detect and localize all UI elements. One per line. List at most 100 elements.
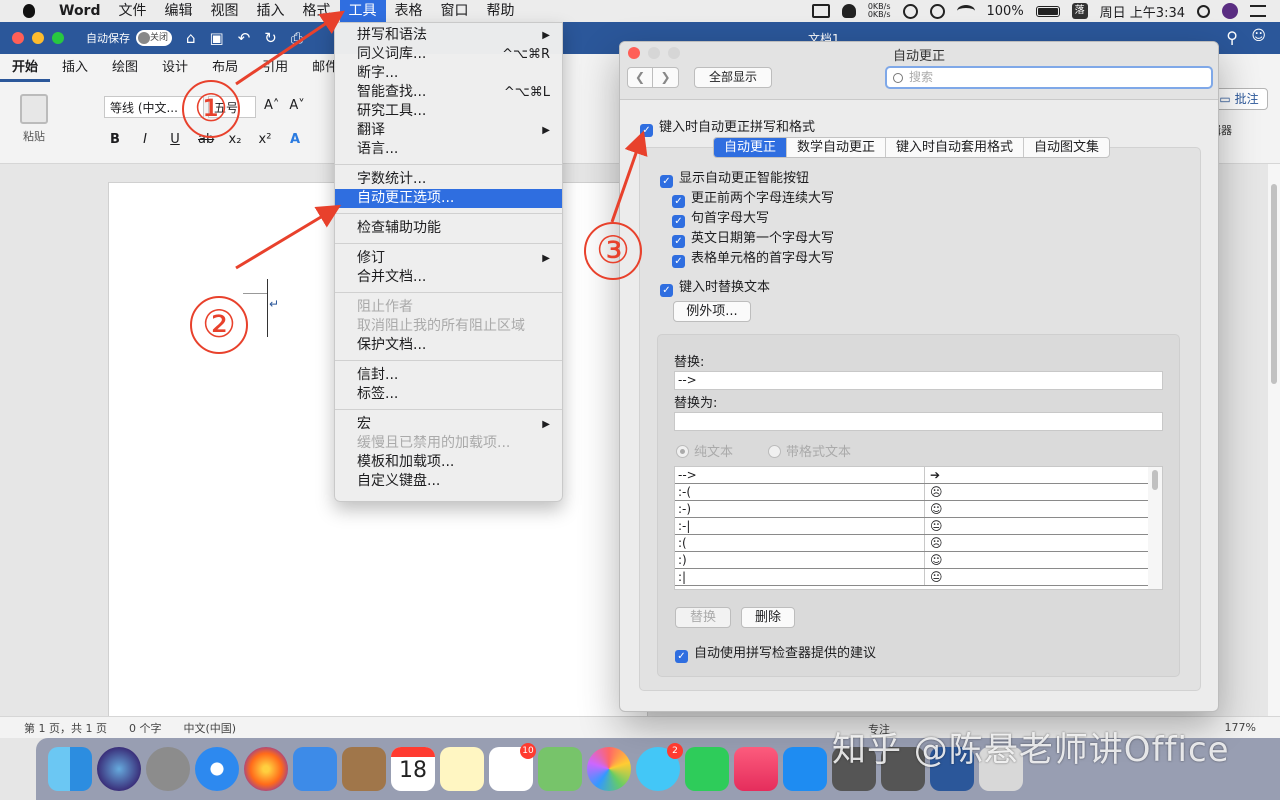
time-machine-icon[interactable] (929, 3, 945, 19)
tools-menu-item[interactable]: 自动更正选项... (335, 189, 562, 208)
app-store-icon[interactable] (783, 747, 827, 791)
tools-menu-item[interactable]: 智能查找... ^⌥⌘L (335, 83, 562, 102)
table-row[interactable]: :(☹ (675, 535, 1162, 552)
airplay-icon[interactable] (811, 4, 830, 18)
tab-references[interactable]: 引用 (250, 54, 300, 82)
autocorrect-spelling-checkbox[interactable]: 键入时自动更正拼写和格式 (640, 116, 815, 137)
tools-menu-item[interactable]: 标签... (335, 385, 562, 404)
italic-icon[interactable]: I (138, 132, 152, 147)
redo-icon[interactable]: ↻ (264, 29, 277, 47)
plain-text-radio[interactable]: 纯文本 (676, 441, 733, 460)
calendar-icon[interactable]: 18 (391, 747, 435, 791)
language[interactable]: 中文(中国) (183, 720, 236, 736)
safari-icon[interactable] (195, 747, 239, 791)
tab-autoformat-as-you-type[interactable]: 键入时自动套用格式 (885, 138, 1023, 157)
cat-icon[interactable] (841, 4, 856, 18)
tab-insert[interactable]: 插入 (50, 54, 100, 82)
shrink-font-icon[interactable]: A˅ (289, 98, 304, 113)
menu-window[interactable]: 窗口 (432, 0, 478, 22)
tab-layout[interactable]: 布局 (200, 54, 250, 82)
photos-icon[interactable] (587, 747, 631, 791)
firefox-icon[interactable] (244, 747, 288, 791)
home-icon[interactable]: ⌂ (186, 29, 196, 47)
replace-while-typing-checkbox[interactable]: 键入时替换文本 (660, 276, 770, 297)
battery-icon[interactable] (1035, 5, 1060, 17)
table-row[interactable]: :) ☺ (675, 552, 1162, 569)
replace-input[interactable]: --> (674, 371, 1163, 390)
siri-app-icon[interactable] (97, 747, 141, 791)
tools-menu-item[interactable]: 修订 ▶ (335, 249, 562, 268)
subscript-icon[interactable]: x₂ (228, 132, 242, 147)
tools-menu-item[interactable]: 研究工具... (335, 102, 562, 121)
correct-two-initial-caps-checkbox[interactable]: 更正前两个字母连续大写 (672, 187, 834, 208)
messages-icon[interactable]: 2 (636, 743, 683, 791)
menubar-clock[interactable]: 周日 上午3:34 (1100, 2, 1185, 21)
forward-icon[interactable]: ❯ (653, 67, 679, 88)
close-window-button[interactable] (12, 32, 24, 44)
capitalize-dates-checkbox[interactable]: 英文日期第一个字母大写 (672, 227, 834, 248)
tools-menu-item[interactable]: 模板和加载项... (335, 453, 562, 472)
tools-menu-item[interactable]: 语言... (335, 140, 562, 159)
siri-icon[interactable] (1222, 3, 1238, 19)
table-scrollbar[interactable] (1148, 467, 1162, 589)
table-row[interactable]: :| 😐 (675, 569, 1162, 586)
menu-view[interactable]: 视图 (202, 0, 248, 22)
tab-autocorrect[interactable]: 自动更正 (714, 138, 787, 157)
spellcheck-suggestion-checkbox[interactable]: 自动使用拼写检查器提供的建议 (675, 642, 876, 663)
tools-menu-item[interactable]: 信封... (335, 366, 562, 385)
tools-menu-item[interactable]: 保护文档... (335, 336, 562, 355)
bold-icon[interactable]: B (108, 132, 122, 147)
tab-autotext[interactable]: 自动图文集 (1023, 138, 1109, 157)
reminders-icon[interactable]: 10 (489, 743, 536, 791)
contacts-icon[interactable] (342, 747, 386, 791)
paste-button[interactable]: 粘贴 (14, 94, 54, 144)
exceptions-button[interactable]: 例外项... (673, 301, 751, 322)
tools-menu-item[interactable]: 断字... (335, 64, 562, 83)
tools-menu-item[interactable]: 检查辅助功能 (335, 219, 562, 238)
superscript-icon[interactable]: x² (258, 132, 272, 147)
menu-file[interactable]: 文件 (110, 0, 156, 22)
table-row[interactable]: :-| 😐 (675, 518, 1162, 535)
show-all-button[interactable]: 全部显示 (694, 67, 772, 88)
table-row[interactable]: --> ➔ (675, 467, 1162, 484)
menu-edit[interactable]: 编辑 (156, 0, 202, 22)
minimize-window-button[interactable] (32, 32, 44, 44)
tab-design[interactable]: 设计 (150, 54, 200, 82)
tools-menu-item[interactable]: 合并文档... (335, 268, 562, 287)
menu-help[interactable]: 帮助 (478, 0, 524, 22)
table-row[interactable]: :-(☹ (675, 484, 1162, 501)
menu-insert[interactable]: 插入 (248, 0, 294, 22)
tools-menu-item[interactable]: 宏 ▶ (335, 415, 562, 434)
text-effects-icon[interactable]: A (288, 132, 302, 147)
capitalize-table-cells-checkbox[interactable]: 表格单元格的首字母大写 (672, 247, 834, 268)
tab-math-autocorrect[interactable]: 数学自动更正 (786, 138, 885, 157)
input-method-icon[interactable]: 落 (1071, 3, 1088, 19)
tools-menu-item[interactable]: 字数统计... (335, 170, 562, 189)
wifi-icon[interactable] (956, 5, 975, 17)
tools-menu-item[interactable]: 拼写和语法 ▶ (335, 26, 562, 45)
music-icon[interactable] (734, 747, 778, 791)
tools-menu-item[interactable]: 翻译 ▶ (335, 121, 562, 140)
tab-home[interactable]: 开始 (0, 54, 51, 82)
menu-tools[interactable]: 工具 (339, 0, 386, 22)
menu-format[interactable]: 格式 (294, 0, 340, 22)
share-icon[interactable]: ☺ (1251, 28, 1266, 44)
save-icon[interactable]: ▣ (210, 29, 224, 47)
word-count[interactable]: 0 个字 (129, 720, 162, 736)
notes-icon[interactable] (440, 747, 484, 791)
spotlight-icon[interactable] (1197, 4, 1210, 18)
facetime-icon[interactable] (685, 747, 729, 791)
menu-app-word[interactable]: Word (50, 0, 110, 22)
launchpad-icon[interactable] (146, 747, 190, 791)
table-row[interactable]: :-) ☺ (675, 501, 1162, 518)
capitalize-first-letter-checkbox[interactable]: 句首字母大写 (672, 207, 769, 228)
menu-table[interactable]: 表格 (386, 0, 432, 22)
zoom-window-button[interactable] (52, 32, 64, 44)
print-icon[interactable]: ⎙ (291, 29, 303, 47)
apple-menu-icon[interactable] (18, 0, 40, 22)
formatted-text-radio[interactable]: 带格式文本 (768, 441, 851, 460)
grow-font-icon[interactable]: A˄ (264, 98, 279, 113)
underline-icon[interactable]: U (168, 132, 182, 147)
tab-draw[interactable]: 绘图 (100, 54, 150, 82)
delete-button[interactable]: 删除 (741, 607, 795, 628)
